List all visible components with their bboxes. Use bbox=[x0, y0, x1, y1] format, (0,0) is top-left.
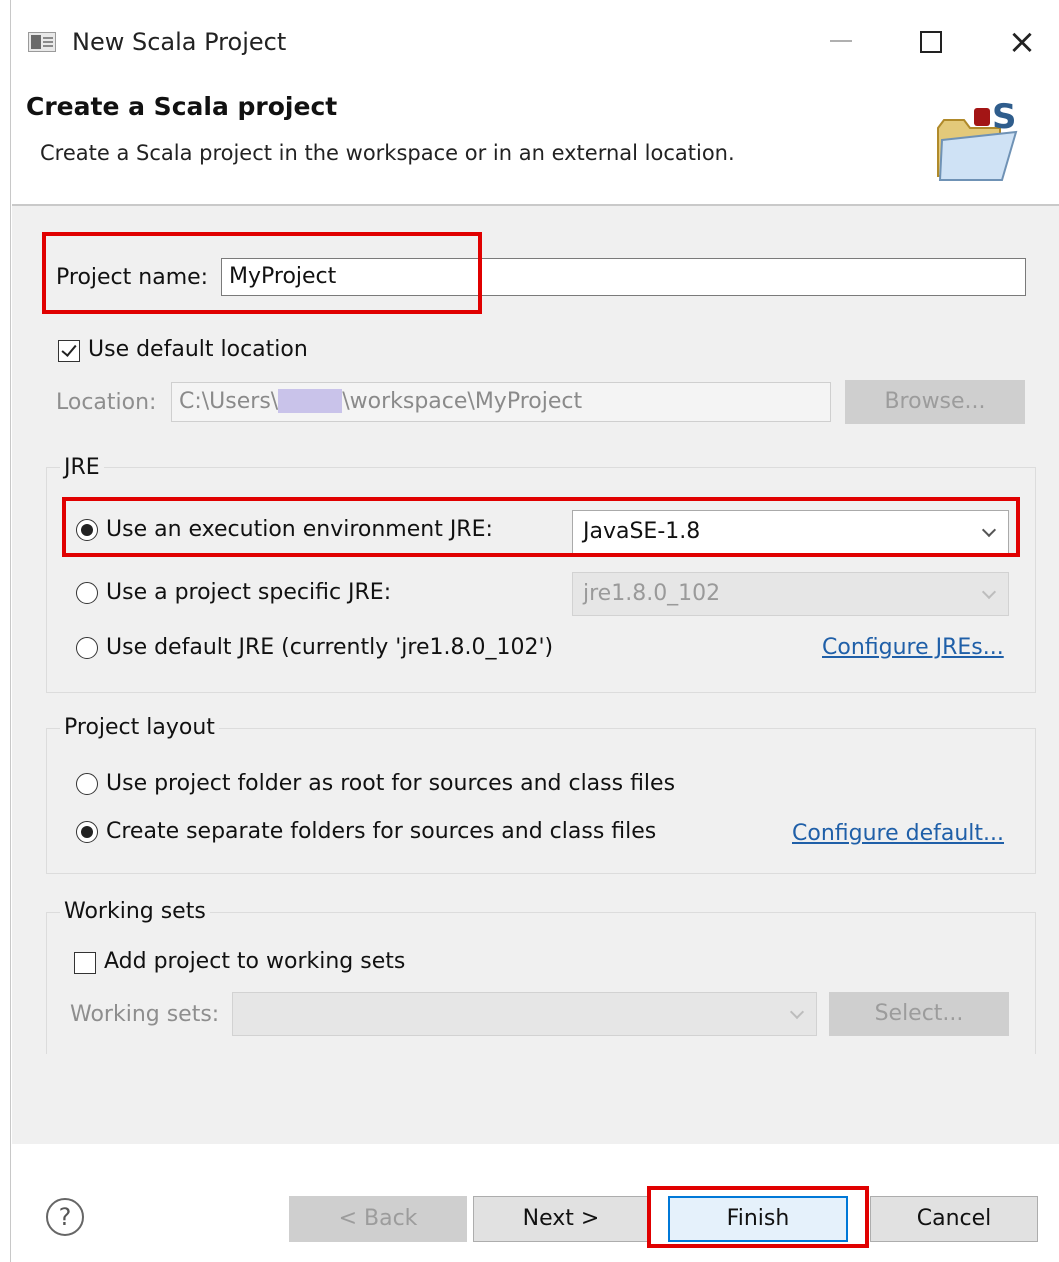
project-jre-value: jre1.8.0_102 bbox=[583, 581, 721, 606]
jre-group-title: JRE bbox=[60, 455, 104, 480]
redacted-username bbox=[278, 389, 343, 413]
execution-env-select[interactable]: JavaSE-1.8 bbox=[572, 510, 1009, 554]
browse-button[interactable]: Browse... bbox=[845, 380, 1025, 424]
back-button[interactable]: < Back bbox=[289, 1196, 467, 1242]
project-name-input[interactable]: MyProject bbox=[221, 258, 1026, 296]
add-to-working-sets-label: Add project to working sets bbox=[104, 949, 406, 974]
page-description: Create a Scala project in the workspace … bbox=[40, 141, 735, 165]
add-to-working-sets-checkbox[interactable] bbox=[74, 952, 96, 974]
next-button[interactable]: Next > bbox=[473, 1196, 649, 1242]
chevron-down-icon bbox=[981, 522, 997, 538]
jre-project-specific-radio[interactable] bbox=[76, 582, 98, 604]
project-layout-group-title: Project layout bbox=[60, 715, 219, 740]
chevron-down-icon bbox=[981, 584, 997, 600]
close-icon[interactable]: × bbox=[1006, 20, 1038, 64]
help-icon[interactable]: ? bbox=[46, 1198, 84, 1236]
select-working-sets-button[interactable]: Select... bbox=[829, 992, 1009, 1036]
location-path-start: C:\Users\ bbox=[179, 389, 279, 414]
minimize-icon[interactable] bbox=[830, 40, 852, 42]
location-input[interactable]: C:\Users\ \workspace\MyProject bbox=[171, 382, 831, 422]
location-path-end: \workspace\MyProject bbox=[342, 389, 583, 414]
layout-root-folder-radio[interactable] bbox=[76, 773, 98, 795]
svg-text:S: S bbox=[992, 97, 1017, 137]
project-jre-select[interactable]: jre1.8.0_102 bbox=[572, 572, 1009, 616]
configure-jres-link[interactable]: Configure JREs... bbox=[822, 635, 1004, 660]
scala-folder-icon: S bbox=[937, 97, 1018, 181]
cancel-button[interactable]: Cancel bbox=[870, 1196, 1038, 1242]
layout-separate-folders-label: Create separate folders for sources and … bbox=[106, 819, 657, 844]
use-default-location-checkbox[interactable] bbox=[58, 340, 80, 362]
working-sets-label: Working sets: bbox=[70, 1002, 220, 1027]
chevron-down-icon bbox=[789, 1004, 805, 1020]
working-sets-group-title: Working sets bbox=[60, 899, 210, 924]
working-sets-select[interactable] bbox=[232, 992, 817, 1036]
jre-default-label: Use default JRE (currently 'jre1.8.0_102… bbox=[106, 635, 554, 660]
jre-default-radio[interactable] bbox=[76, 637, 98, 659]
page-title: Create a Scala project bbox=[26, 92, 338, 121]
window-left-border bbox=[10, 0, 11, 1262]
layout-separate-folders-radio[interactable] bbox=[76, 821, 98, 843]
jre-project-specific-label: Use a project specific JRE: bbox=[106, 580, 392, 605]
project-layout-group bbox=[46, 728, 1036, 874]
finish-button[interactable]: Finish bbox=[668, 1196, 848, 1242]
window-title: New Scala Project bbox=[72, 28, 287, 56]
jre-execution-env-label: Use an execution environment JRE: bbox=[106, 517, 493, 542]
maximize-icon[interactable] bbox=[920, 31, 942, 53]
location-label: Location: bbox=[56, 390, 157, 415]
jre-execution-env-radio[interactable] bbox=[76, 519, 98, 541]
execution-env-value: JavaSE-1.8 bbox=[583, 519, 701, 544]
app-icon bbox=[28, 32, 56, 52]
configure-default-link[interactable]: Configure default... bbox=[792, 821, 1004, 846]
layout-root-folder-label: Use project folder as root for sources a… bbox=[106, 771, 676, 796]
use-default-location-label: Use default location bbox=[88, 337, 308, 362]
project-name-label: Project name: bbox=[56, 265, 209, 290]
